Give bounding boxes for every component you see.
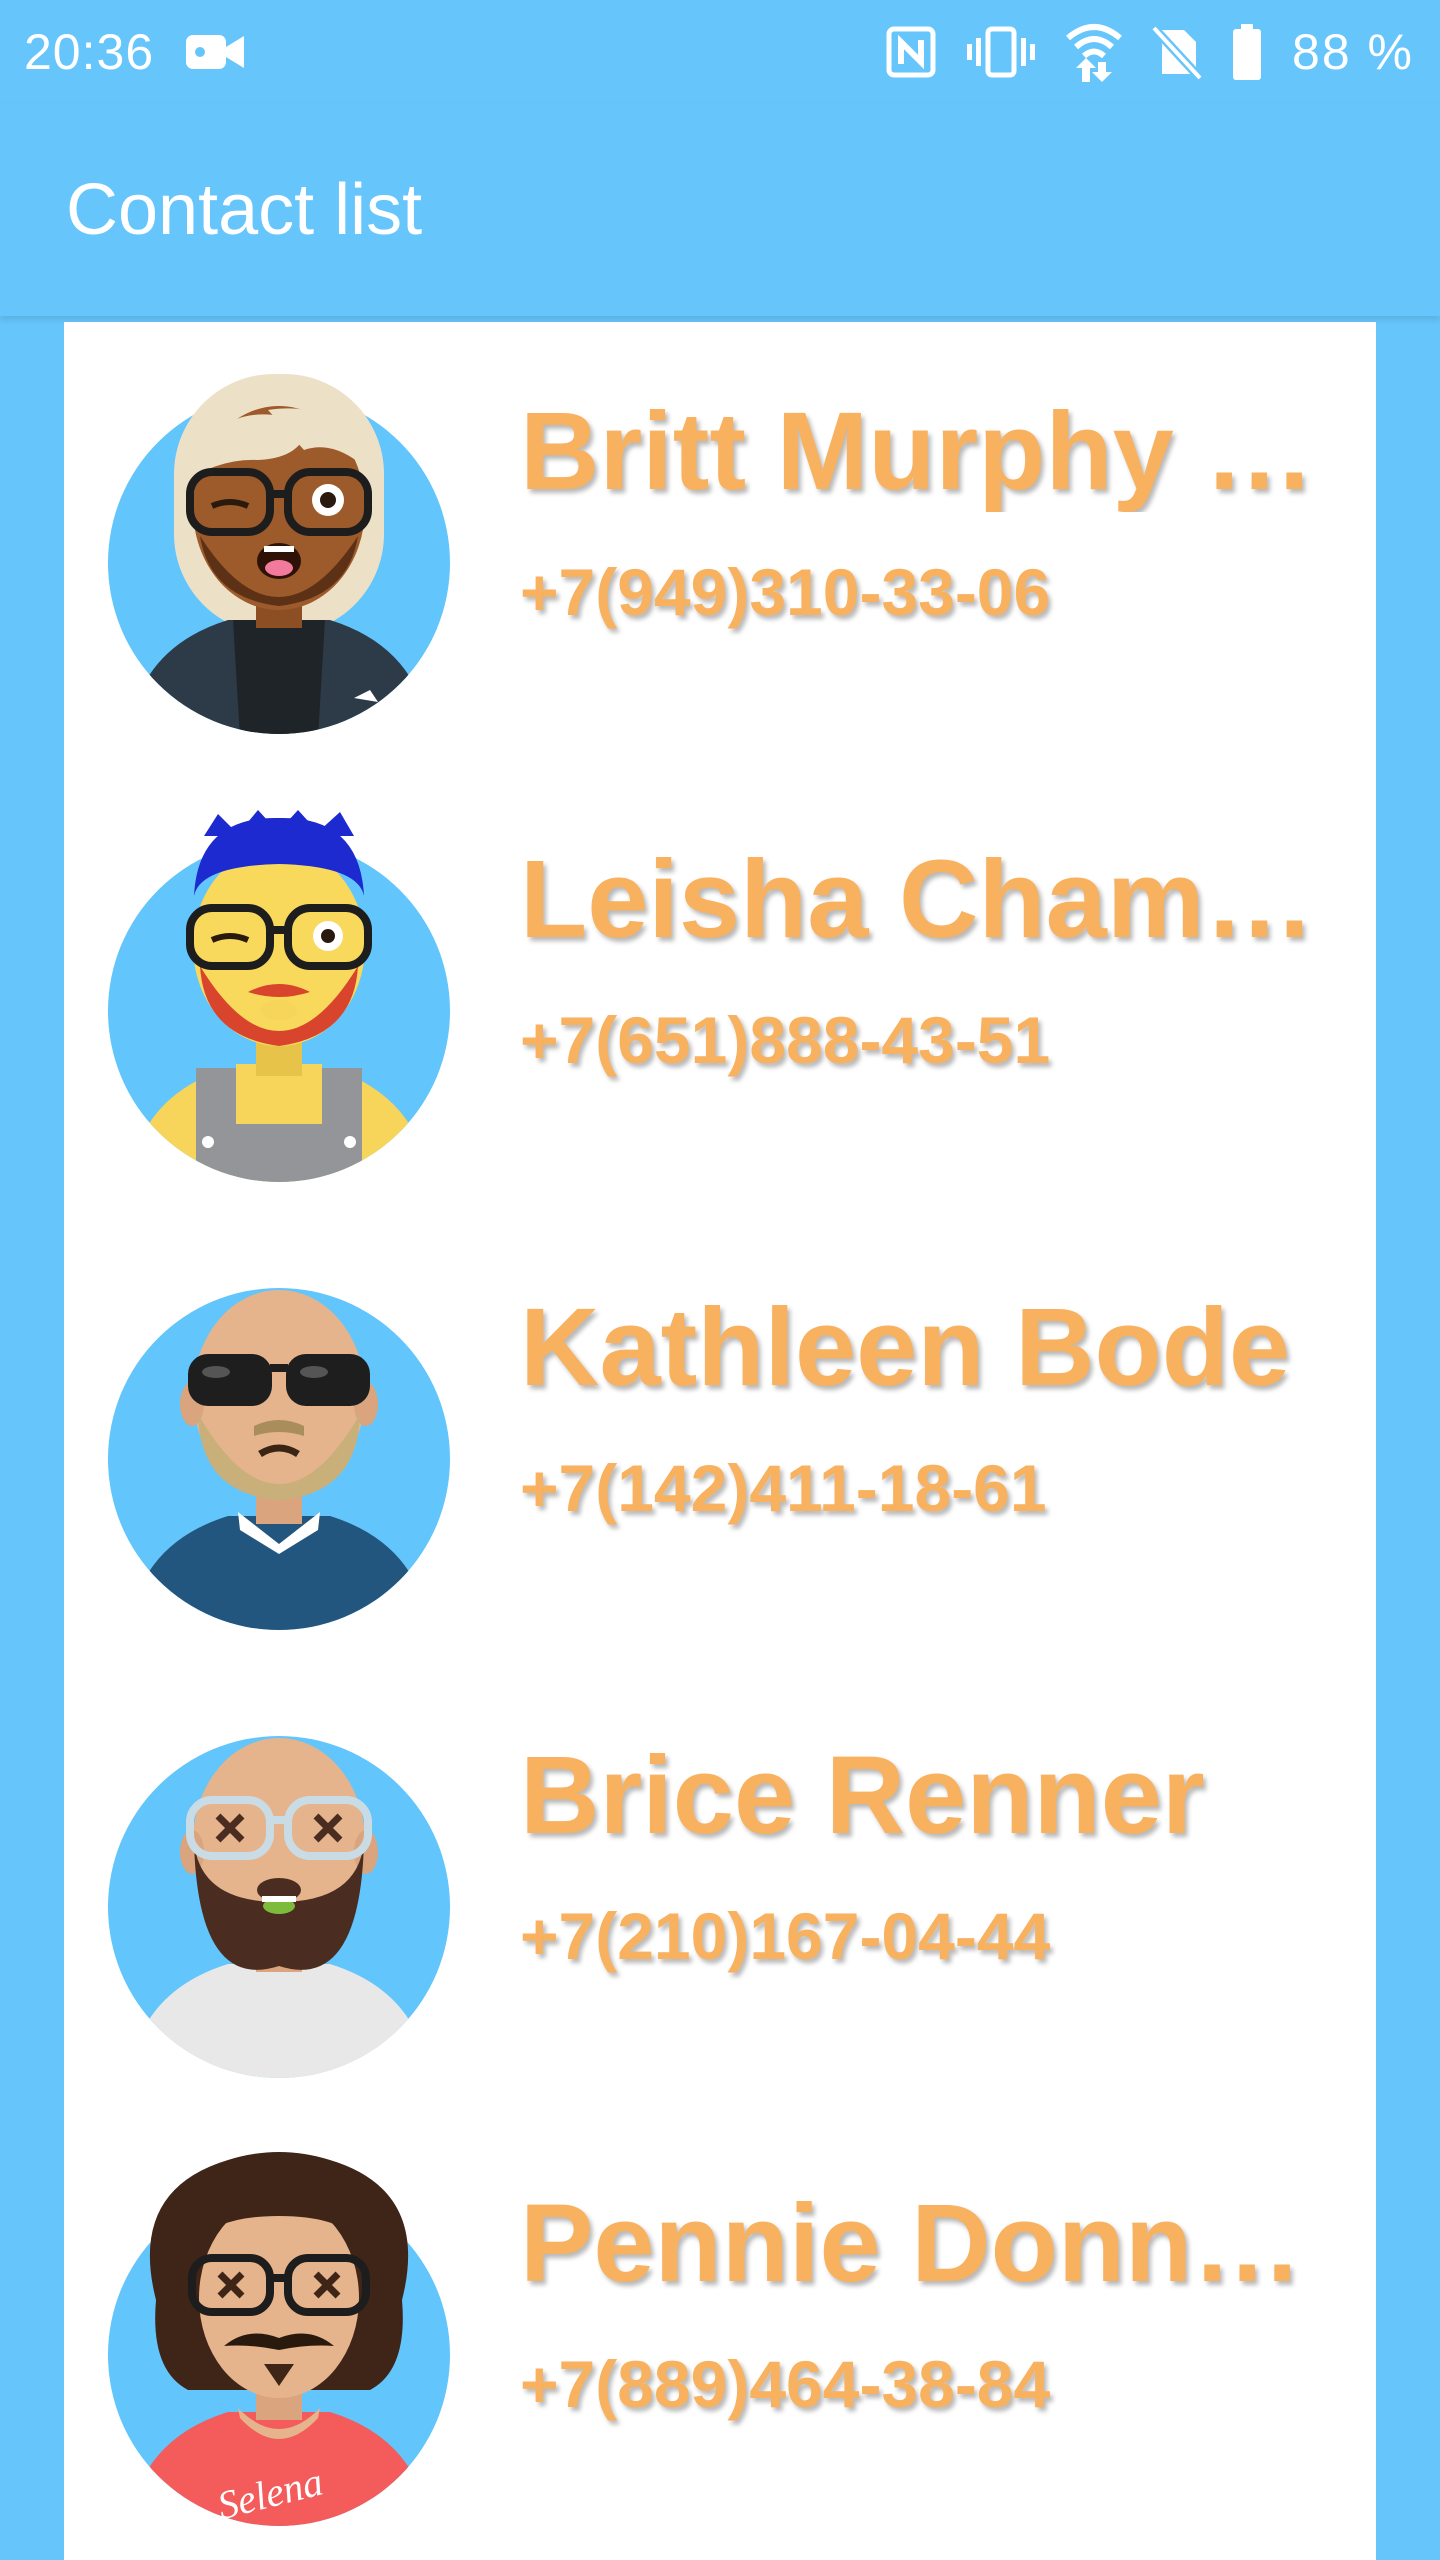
- page-title: Contact list: [66, 170, 423, 250]
- contact-item[interactable]: Kathleen Bode +7(142)411-18-61: [64, 1218, 1376, 1666]
- contact-avatar: [108, 374, 450, 734]
- status-right: 88 %: [886, 22, 1414, 82]
- contact-text: Britt Murphy … +7(949)310-33-06: [520, 392, 1350, 632]
- contact-phone: +7(142)411-18-61: [520, 1451, 1047, 1525]
- video-camera-icon: [184, 31, 246, 73]
- status-bar: 20:36 88 %: [0, 0, 1440, 104]
- contact-name: Leisha Cham…: [520, 840, 1315, 960]
- contact-text: Leisha Cham… +7(651)888-43-51: [520, 840, 1350, 1080]
- contact-phone: +7(651)888-43-51: [520, 1003, 1051, 1077]
- status-left: 20:36: [24, 23, 246, 81]
- contact-name: Kathleen Bode: [520, 1288, 1291, 1408]
- battery-percentage: 88 %: [1292, 24, 1414, 80]
- vibrate-icon: [966, 26, 1036, 78]
- contact-text: Pennie Donn… +7(889)464-38-84: [520, 2184, 1350, 2424]
- contact-name: Brice Renner: [520, 1736, 1205, 1856]
- contact-name: Pennie Donn…: [520, 2184, 1303, 2304]
- contact-item[interactable]: Selena Pennie Donn… +7(889)464-38-84: [64, 2114, 1376, 2560]
- contact-text: Kathleen Bode +7(142)411-18-61: [520, 1288, 1350, 1528]
- contact-phone: +7(210)167-04-44: [520, 1899, 1051, 1973]
- contact-phone: +7(949)310-33-06: [520, 555, 1051, 629]
- contact-item[interactable]: Brice Renner +7(210)167-04-44: [64, 1666, 1376, 2114]
- app-bar: Contact list: [0, 104, 1440, 316]
- contact-avatar: [108, 810, 450, 1182]
- contact-item[interactable]: Leisha Cham… +7(651)888-43-51: [64, 770, 1376, 1218]
- contact-avatar: [108, 1288, 450, 1630]
- contact-item[interactable]: Britt Murphy … +7(949)310-33-06: [64, 322, 1376, 770]
- nfc-icon: [886, 26, 936, 78]
- contact-text: Brice Renner +7(210)167-04-44: [520, 1736, 1350, 1976]
- contact-avatar: [108, 1736, 450, 2078]
- status-time: 20:36: [24, 24, 155, 80]
- no-sim-icon: [1152, 24, 1203, 80]
- contact-list[interactable]: Britt Murphy … +7(949)310-33-06 Leisha C…: [64, 322, 1376, 2560]
- contact-avatar: Selena: [108, 2152, 450, 2528]
- contact-name: Britt Murphy …: [520, 392, 1315, 512]
- contact-phone: +7(889)464-38-84: [520, 2347, 1051, 2421]
- wifi-icon: [1066, 22, 1122, 82]
- battery-icon: [1232, 24, 1262, 80]
